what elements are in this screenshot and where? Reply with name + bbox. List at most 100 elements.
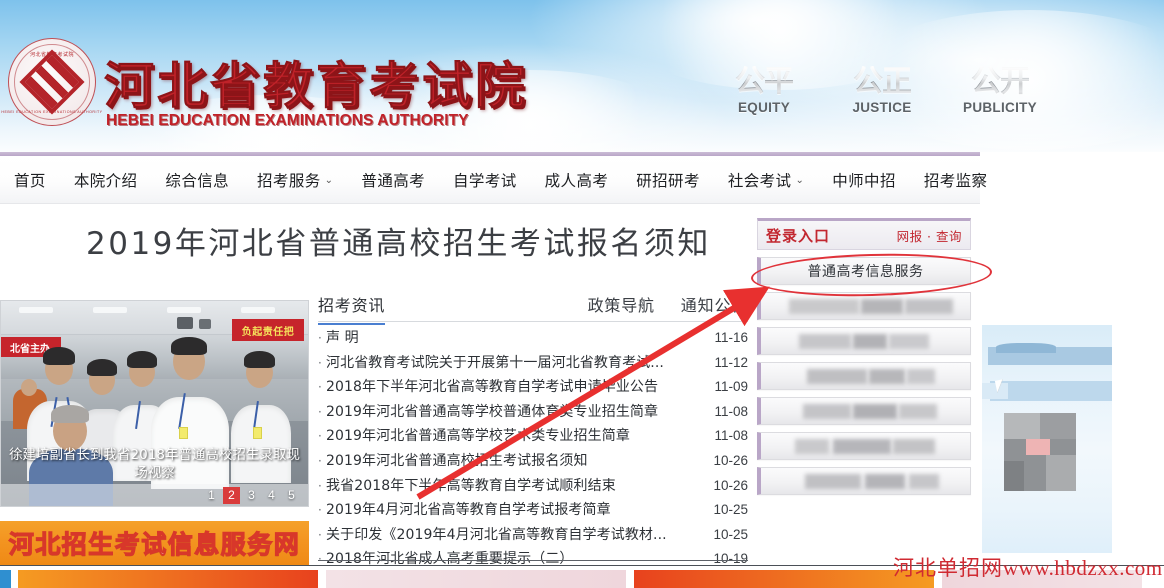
photo-badge — [253, 427, 262, 439]
sidebar-subtitle: 网报 · 查询 — [896, 228, 962, 244]
main-navigation: 首页 本院介绍 综合信息 招考服务 ⌄ 普通高考 自学考试 成人高考 研招研考 社会考试 ⌄ 中师中招… — [0, 156, 987, 204]
redacted-label — [789, 439, 959, 454]
news-item-date: 11-08 — [714, 428, 748, 444]
nav-item-label: 招考服务 — [257, 171, 321, 190]
news-photo-carousel[interactable]: 负起责任把 北省主办 徐建培副省长到我省2018年普通高校招生录取现场视察 1 … — [0, 300, 309, 507]
nav-item-label: 中师中招 — [832, 171, 896, 190]
nav-item-label: 综合信息 — [165, 171, 230, 190]
sidebar-button-0[interactable]: 普通高考信息服务 — [757, 257, 971, 285]
carousel-page-2[interactable]: 2 — [223, 486, 240, 504]
ceiling-light — [19, 307, 53, 313]
news-list-item[interactable]: · 2019年河北省普通高校招生考试报名须知 10-26 — [318, 450, 748, 475]
sidebar-button-4[interactable] — [757, 397, 971, 425]
watermark-url: www.hbdzxx.com — [1003, 556, 1163, 580]
nav-item-10[interactable]: 招考监察 — [910, 169, 1002, 191]
photo-person-hair — [171, 337, 207, 355]
news-list-item[interactable]: · 关于印发《2019年4月河北省高等教育自学考试教材... 10-25 — [318, 524, 748, 549]
news-tabs-right-group: 政策导航 通知公告 — [588, 292, 748, 323]
page-root: 河北省教育考试院 HEBEI EDUCATION EXAMINATIONS AU… — [0, 0, 1164, 588]
news-list: · 声 明 11-16 · 河北省教育考试院关于开展第十一届河北省教育考试... 11-1… — [318, 327, 748, 573]
news-list-item[interactable]: · 声 明 11-16 — [318, 327, 748, 352]
nav-item-1[interactable]: 本院介绍 — [60, 169, 152, 191]
tab-zhaokao-zixun[interactable]: 招考资讯 — [318, 292, 386, 325]
news-tabs: 招考资讯 政策导航 通知公告 — [318, 292, 748, 325]
login-entry-sidebar: 登录入口 网报 · 查询 普通高考信息服务 — [757, 218, 971, 495]
redacted-pixel — [905, 299, 953, 314]
nav-item-2[interactable]: 综合信息 — [151, 169, 243, 191]
news-item-date: 10-26 — [713, 452, 748, 468]
nav-item-label: 社会考试 — [727, 171, 792, 190]
nav-item-3[interactable]: 招考服务 ⌄ — [243, 169, 347, 191]
carousel-pagination[interactable]: 12345 — [1, 484, 308, 506]
news-item-date: 11-12 — [714, 354, 748, 370]
news-list-item[interactable]: · 2019年河北省普通高等学校艺术类专业招生简章 11-08 — [318, 425, 748, 450]
news-list-item[interactable]: · 2019年4月河北省高等教育自学考试报考简章 10-25 — [318, 499, 748, 524]
nav-item-7[interactable]: 研招研考 — [622, 169, 714, 191]
redacted-label — [789, 474, 959, 489]
photo-speaker — [199, 319, 211, 329]
news-list-item[interactable]: · 2019年河北省普通高等学校普通体育类专业招生简章 11-08 — [318, 401, 748, 426]
bullet-icon: · — [318, 380, 322, 395]
sidebar-button-1[interactable] — [757, 292, 971, 320]
nav-item-6[interactable]: 成人高考 — [531, 169, 623, 191]
value-publicity-cn: 公开 — [954, 66, 1046, 98]
news-list-item[interactable]: · 我省2018年下半年高等教育自学考试顺利结束 10-26 — [318, 475, 748, 500]
news-item-title: 2019年河北省普通高等学校艺术类专业招生简章 — [326, 428, 630, 445]
sidebar-button-6[interactable] — [757, 467, 971, 495]
value-publicity: 公开 PUBLICITY — [954, 66, 1046, 115]
blur-pixel-block — [1046, 455, 1076, 491]
bullet-icon: · — [318, 429, 322, 444]
news-item-title: 2019年河北省普通高校招生考试报名须知 — [326, 452, 588, 469]
bullet-icon: · — [318, 478, 322, 493]
photo-person-hair — [127, 351, 157, 368]
nav-item-8[interactable]: 社会考试 ⌄ — [714, 169, 818, 191]
hebei-service-network-banner[interactable]: 河北招生考试信息服务网 — [0, 521, 309, 565]
blurred-side-image — [982, 325, 1112, 553]
nav-item-label: 首页 — [14, 171, 46, 190]
hebei-education-seal-logo: 河北省教育考试院 HEBEI EDUCATION EXAMINATIONS AU… — [1, 38, 102, 126]
news-item-date: 10-25 — [713, 502, 748, 518]
sidebar-button-3[interactable] — [757, 362, 971, 390]
nav-item-9[interactable]: 中师中招 — [818, 169, 910, 191]
carousel-page-5[interactable]: 5 — [283, 487, 300, 504]
watermark-cn: 河北单招网 — [893, 556, 1003, 580]
redacted-pixel — [833, 439, 891, 454]
redacted-pixel — [861, 299, 903, 314]
blur-pixel-block — [1040, 413, 1076, 439]
sidebar-button-2[interactable] — [757, 327, 971, 355]
tab-tongzhi-gonggao[interactable]: 通知公告 — [681, 292, 748, 323]
blur-band — [996, 343, 1056, 353]
news-list-item[interactable]: · 2018年下半年河北省高等教育自学考试申请毕业公告 11-09 — [318, 376, 748, 401]
carousel-page-4[interactable]: 4 — [263, 487, 280, 504]
bullet-icon: · — [318, 527, 322, 542]
news-list-item[interactable]: · 河北省教育考试院关于开展第十一届河北省教育考试... 11-12 — [318, 352, 748, 377]
nav-item-0[interactable]: 首页 — [6, 169, 60, 191]
news-item-title: 2019年4月河北省高等教育自学考试报考简章 — [326, 502, 611, 519]
orange-banner-label: 河北招生考试信息服务网 — [8, 529, 301, 559]
value-publicity-en: PUBLICITY — [963, 99, 1037, 115]
redacted-pixel — [805, 474, 861, 489]
nav-item-5[interactable]: 自学考试 — [439, 169, 531, 191]
tab-zhengce-daohang[interactable]: 政策导航 — [588, 292, 655, 323]
carousel-caption: 徐建培副省长到我省2018年普通高校招生录取现场视察 — [9, 446, 300, 481]
value-equity-cn: 公平 — [718, 66, 810, 98]
redacted-pixel — [799, 334, 851, 349]
news-item-date: 11-09 — [714, 379, 748, 395]
bullet-icon: · — [318, 503, 322, 518]
sidebar-button-5[interactable] — [757, 432, 971, 460]
blur-pixel-block — [1026, 439, 1050, 455]
carousel-page-1[interactable]: 1 — [203, 487, 220, 504]
sidebar-title: 登录入口 — [766, 226, 831, 245]
carousel-page-3[interactable]: 3 — [243, 487, 260, 504]
nav-item-label: 普通高考 — [361, 171, 426, 190]
site-title-cn: 河北省教育考试院 — [104, 57, 528, 116]
nav-item-label: 本院介绍 — [73, 171, 138, 190]
blur-pixel-block — [1004, 413, 1040, 439]
core-values-group: 公平 EQUITY 公正 JUSTICE 公开 PUBLICITY — [718, 66, 1046, 115]
photo-person-hair — [87, 359, 117, 376]
redacted-pixel — [907, 369, 935, 384]
redacted-pixel — [865, 474, 905, 489]
nav-item-4[interactable]: 普通高考 — [347, 169, 439, 191]
redacted-pixel — [853, 404, 897, 419]
bottom-block — [0, 570, 11, 588]
